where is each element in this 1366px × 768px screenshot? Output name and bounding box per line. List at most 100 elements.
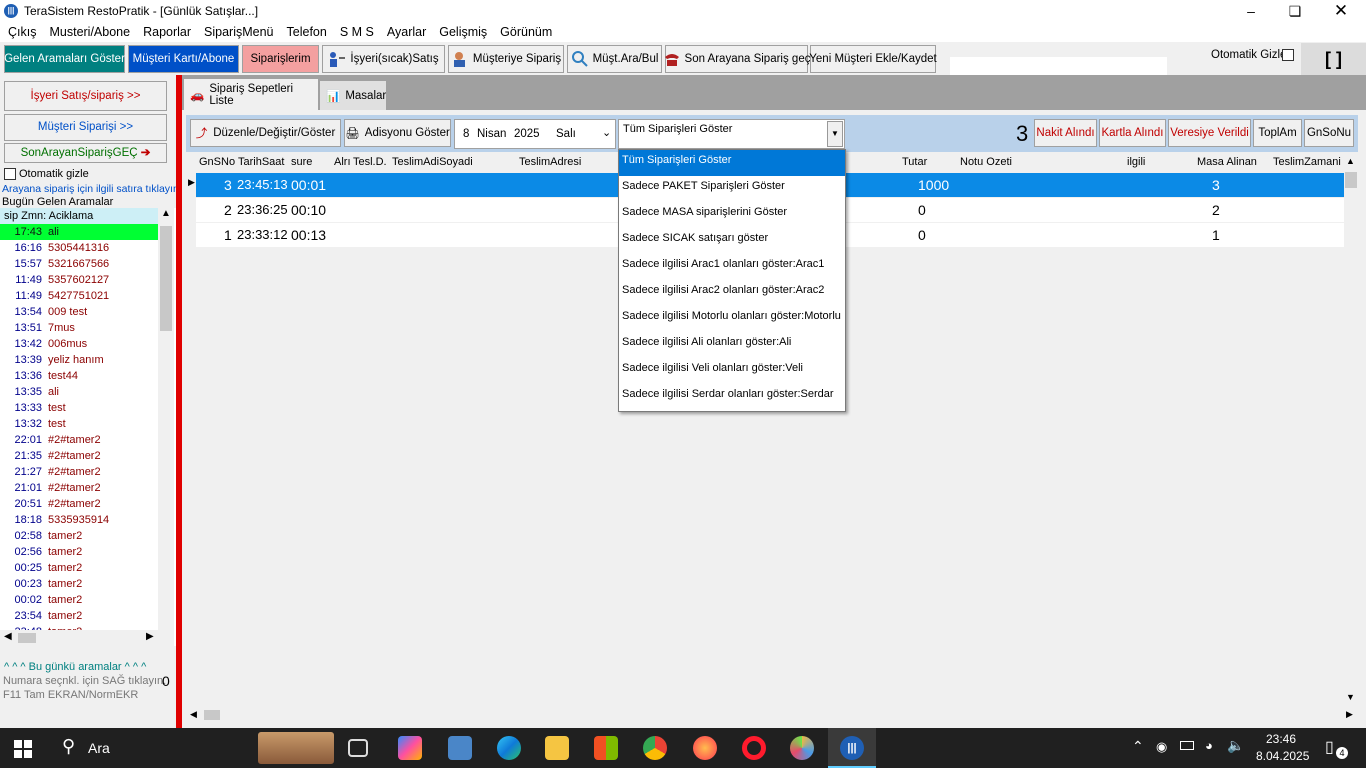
clock-time[interactable]: 23:46 [1266,732,1326,746]
call-row[interactable]: 00:02 tamer2 [0,592,160,608]
firefox-icon[interactable] [693,736,717,760]
grid-scroll-thumb[interactable] [1345,172,1357,188]
isyeri-satis-button[interactable]: İşyeri(sıcak)Satış [322,45,445,73]
grid-vscrollbar[interactable]: ▲ ▼ [1344,152,1358,707]
dropdown-option[interactable]: Sadece PAKET Siparişleri Göster [619,176,845,202]
minimize-button[interactable]: – [1228,0,1274,22]
call-row[interactable]: 11:49 5427751021 [0,288,160,304]
call-row[interactable]: 13:33 test [0,400,160,416]
call-row[interactable]: 16:16 5305441316 [0,240,160,256]
kartla-alindi-button[interactable]: Kartla Alındı [1099,119,1166,147]
file-explorer-icon[interactable] [545,736,569,760]
call-row[interactable]: 13:51 7mus [0,320,160,336]
grid-hscrollbar[interactable]: ◀ ▶ [186,707,1358,723]
son-arayan-siparis-button[interactable]: SonArayanSiparişGEÇ ➔ [4,143,167,163]
call-row[interactable]: 15:57 5321667566 [0,256,160,272]
col-teslimadi[interactable]: TeslimAdiSoyadi [392,156,473,168]
call-row[interactable]: 17:43 ali [0,224,160,240]
menu-raporlar[interactable]: Raporlar [143,25,191,39]
otomatik-gizle-top-checkbox[interactable] [1282,49,1294,61]
col-gnsno[interactable]: GnSNo [199,156,235,168]
news-widget-icon[interactable] [258,732,334,764]
camera-icon[interactable]: ◉ [1156,739,1167,755]
hscroll-thumb[interactable] [18,633,36,643]
son-arayana-button[interactable]: Son Arayana Sipariş geç [664,45,810,73]
musteriye-siparis-button[interactable]: Müşteriye Sipariş [448,45,564,73]
scroll-right-arrow[interactable]: ▶ [146,631,154,642]
fullscreen-toggle[interactable]: [ ] [1301,43,1366,75]
call-list-hscrollbar[interactable]: ◀ ▶ [0,630,160,646]
windows-start-icon[interactable] [14,740,32,758]
call-row[interactable]: 18:18 5335935914 [0,512,160,528]
adisyon-button[interactable]: 🖨 Adisyonu Göster [344,119,451,147]
dropdown-option[interactable]: Sadece ilgilisi Arac2 olanları göster:Ar… [619,280,845,306]
col-alr[interactable]: Alrı [334,156,351,168]
grid-hscroll-thumb[interactable] [204,710,220,720]
opera-icon[interactable] [742,736,766,760]
dropdown-option[interactable]: Sadece ilgilisi Veli olanları göster:Vel… [619,358,845,384]
gelen-aramalari-button[interactable]: Gelen Aramaları Göster [4,45,125,73]
call-row[interactable]: 00:25 tamer2 [0,560,160,576]
col-masa[interactable]: Masa Alinan [1197,156,1257,168]
toplam-button[interactable]: ToplAm [1253,119,1302,147]
col-teslimadresi[interactable]: TeslimAdresi [519,156,581,168]
dropdown-option[interactable]: Sadece ilgilisi Arac1 olanları göster:Ar… [619,254,845,280]
copilot-icon[interactable] [398,736,422,760]
chevron-up-icon[interactable]: ⌃ [1132,738,1144,755]
call-row[interactable]: 13:32 test [0,416,160,432]
siparislerim-button[interactable]: Siparişlerim [242,45,319,73]
task-view-icon[interactable] [348,739,368,757]
tab-siparis-sepetleri[interactable]: 🚗 Sipariş Sepetleri Liste [184,79,318,110]
filter-select[interactable]: Tüm Siparişleri Göster ▼ [618,119,845,149]
dropdown-option[interactable]: Sadece ilgilisi Serdar olanları göster:S… [619,384,845,410]
col-sure[interactable]: sure [291,156,312,168]
battery-icon[interactable] [1180,741,1194,750]
chrome-icon[interactable] [643,736,667,760]
taskbar-search-label[interactable]: Ara [88,740,110,756]
dropdown-arrow-icon[interactable]: ▼ [827,121,843,147]
grid-scroll-left[interactable]: ◀ [190,709,197,720]
taskbar-search-icon[interactable]: ⚲ [62,736,75,757]
menu-ayarlar[interactable]: Ayarlar [387,25,426,39]
grid-scroll-right[interactable]: ▶ [1346,709,1353,720]
call-row[interactable]: 13:35 ali [0,384,160,400]
otomatik-gizle-checkbox[interactable] [4,168,16,180]
menu-sms[interactable]: S M S [340,25,374,39]
dropdown-option[interactable]: Sadece ilgilisi Ali olanları göster:Ali [619,332,845,358]
musteri-siparisi-left-button[interactable]: Müşteri Siparişi >> [4,114,167,141]
call-row[interactable]: 21:35 #2#tamer2 [0,448,160,464]
menu-gelismis[interactable]: Gelişmiş [439,25,487,39]
volume-icon[interactable]: 🔈 [1227,737,1244,754]
store-icon[interactable] [594,736,618,760]
scroll-up-arrow[interactable]: ▲ [158,208,174,222]
dropdown-option[interactable]: Sadece MASA siparişlerini Göster [619,202,845,228]
date-picker[interactable]: 8 Nisan 2025 Salı ⌄ [454,119,616,149]
musteri-karti-button[interactable]: Müşteri Kartı/Abone [128,45,239,73]
col-tarihsaat[interactable]: TarihSaat [238,156,284,168]
scroll-thumb[interactable] [160,226,172,331]
col-tutar[interactable]: Tutar [902,156,927,168]
menu-gorunum[interactable]: Görünüm [500,25,552,39]
menu-siparis[interactable]: SiparişMenü [204,25,273,39]
tab-masalar[interactable]: 📊 Masalar [320,81,386,110]
edge-icon[interactable] [497,736,521,760]
menu-telefon[interactable]: Telefon [287,25,327,39]
call-row[interactable]: 13:42 006mus [0,336,160,352]
call-row[interactable]: 21:01 #2#tamer2 [0,480,160,496]
call-row[interactable]: 23:54 tamer2 [0,608,160,624]
menu-musteri[interactable]: Musteri/Abone [49,25,130,39]
wifi-icon[interactable]: ◕ [1205,738,1213,753]
call-row[interactable]: 21:27 #2#tamer2 [0,464,160,480]
yeni-musteri-button[interactable]: Yeni Müşteri Ekle/Kaydet [809,45,937,73]
dropdown-option[interactable]: Tüm Siparişleri Göster [619,150,845,176]
duzenle-button[interactable]: ⤴ Düzenle/Değiştir/Göster [190,119,341,147]
call-row[interactable]: 02:56 tamer2 [0,544,160,560]
call-row[interactable]: 13:54 009 test [0,304,160,320]
call-row[interactable]: 11:49 5357602127 [0,272,160,288]
paint-icon[interactable] [790,736,814,760]
must-ara-button[interactable]: Müşt.Ara/Bul [567,45,662,73]
call-row[interactable]: 02:58 tamer2 [0,528,160,544]
scroll-left-arrow[interactable]: ◀ [4,631,12,642]
grid-scroll-down[interactable]: ▼ [1346,692,1355,702]
dropdown-option[interactable]: Sadece ilgilisi Motorlu olanları göster:… [619,306,845,332]
